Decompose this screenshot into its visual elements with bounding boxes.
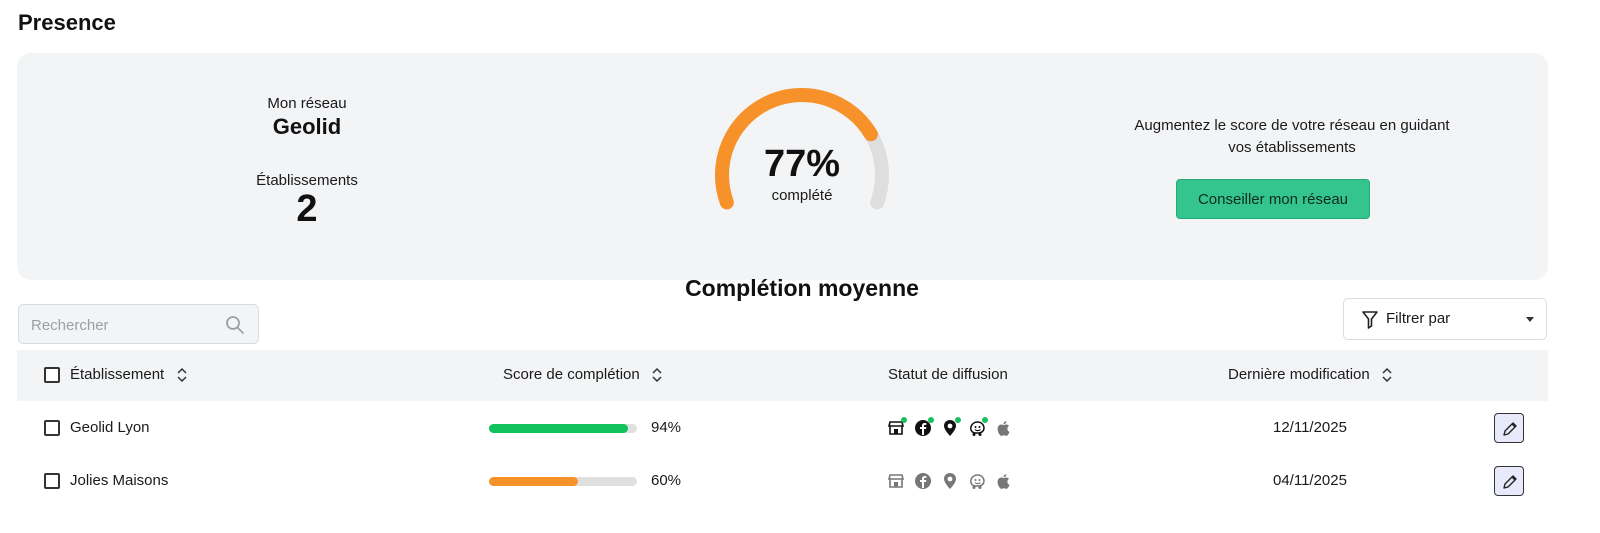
sort-establishment-icon[interactable]	[177, 366, 187, 384]
facebook-icon	[914, 472, 932, 490]
table-header: Établissement Score de complétion Statut…	[17, 350, 1548, 401]
column-status: Statut de diffusion	[888, 366, 1008, 383]
google-business-icon	[887, 472, 905, 490]
caret-down-icon	[1526, 317, 1534, 322]
establishment-name[interactable]: Geolid Lyon	[70, 419, 150, 436]
row-checkbox[interactable]	[44, 420, 60, 436]
sort-score-icon[interactable]	[652, 366, 662, 384]
advise-network-button[interactable]: Conseiller mon réseau	[1176, 179, 1370, 219]
search-input[interactable]	[31, 314, 221, 336]
select-all-checkbox[interactable]	[44, 367, 60, 383]
table-row[interactable]: Geolid Lyon 94% 12/11/2025	[17, 401, 1548, 454]
active-status-dot	[901, 417, 907, 423]
maps-pin-icon	[941, 472, 959, 490]
last-modified-date: 04/11/2025	[1273, 472, 1347, 489]
edit-button[interactable]	[1494, 413, 1524, 443]
filter-icon	[1362, 311, 1378, 329]
completion-caption: Complétion moyenne	[685, 275, 919, 301]
diffusion-status-icons	[885, 468, 1015, 492]
filter-dropdown[interactable]: Filtrer par	[1343, 298, 1547, 340]
edit-button[interactable]	[1494, 466, 1524, 496]
last-modified-date: 12/11/2025	[1273, 419, 1347, 436]
search-box[interactable]	[18, 304, 259, 344]
column-establishment: Établissement	[70, 366, 165, 383]
completion-percent: 77%	[763, 143, 841, 185]
table-row[interactable]: Jolies Maisons 60% 04/11/2025	[17, 454, 1548, 507]
network-block: Mon réseau Geolid	[207, 95, 407, 140]
score-bar-fill	[489, 477, 578, 486]
google-business-icon	[887, 417, 907, 437]
search-icon[interactable]	[225, 315, 245, 335]
completion-gauge: 77% complété	[697, 71, 907, 271]
network-label: Mon réseau	[267, 95, 347, 112]
waze-icon	[968, 472, 986, 490]
establishment-name[interactable]: Jolies Maisons	[70, 472, 168, 489]
score-percent: 60%	[651, 472, 682, 489]
completion-sub: complété	[771, 187, 833, 204]
network-name: Geolid	[272, 114, 342, 139]
active-status-dot	[955, 417, 961, 423]
apple-icon	[995, 472, 1013, 490]
establishments-count: 2	[296, 188, 318, 230]
pencil-icon	[1503, 475, 1517, 489]
establishments-label: Établissements	[256, 172, 358, 189]
apple-icon	[995, 419, 1013, 437]
maps-pin-icon	[941, 417, 961, 437]
score-bar	[489, 424, 637, 433]
score-bar-fill	[489, 424, 629, 433]
filter-label: Filtrer par	[1386, 310, 1451, 327]
column-score: Score de complétion	[503, 366, 640, 383]
establishments-block: Établissements 2	[207, 172, 407, 229]
page-title: Presence	[18, 10, 116, 35]
diffusion-status-icons	[885, 415, 1015, 439]
column-last-modified: Dernière modification	[1228, 366, 1370, 383]
waze-icon	[968, 417, 988, 437]
facebook-icon	[914, 417, 934, 437]
summary-card: Mon réseau Geolid Établissements 2 77% c…	[17, 53, 1548, 301]
row-checkbox[interactable]	[44, 473, 60, 489]
score-bar	[489, 477, 637, 486]
active-status-dot	[982, 417, 988, 423]
sort-date-icon[interactable]	[1382, 366, 1392, 384]
active-status-dot	[928, 417, 934, 423]
pencil-icon	[1503, 422, 1517, 436]
advice-text: Augmentez le score de votre réseau en gu…	[1134, 117, 1450, 156]
score-percent: 94%	[651, 419, 682, 436]
